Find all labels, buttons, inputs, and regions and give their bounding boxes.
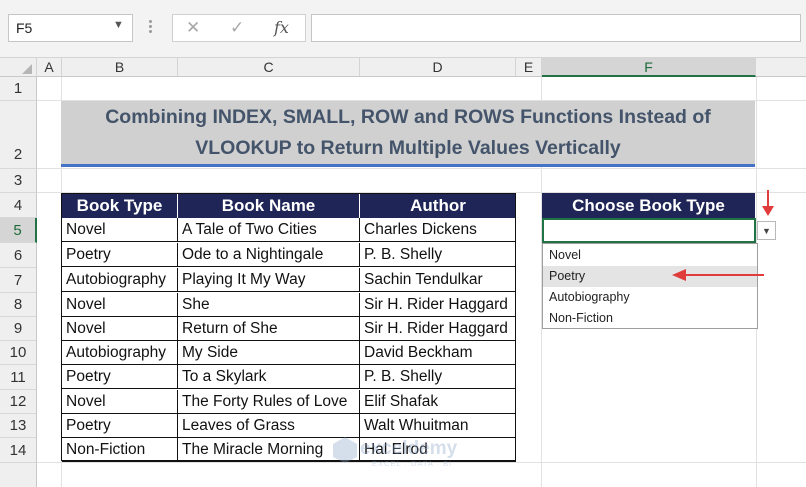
row-header-8[interactable]: 8: [0, 293, 37, 317]
row-header-6[interactable]: 6: [0, 243, 37, 268]
row-header-4[interactable]: 4: [0, 193, 37, 218]
table-cell-author[interactable]: Walt Whuitman: [360, 414, 516, 438]
page-title[interactable]: Combining INDEX, SMALL, ROW and ROWS Fun…: [61, 101, 755, 167]
table-cell-book-type[interactable]: Autobiography: [62, 268, 178, 292]
table-cell-author[interactable]: Sachin Tendulkar: [360, 268, 516, 292]
table-cell-book-name[interactable]: She: [178, 293, 360, 317]
row-header-10[interactable]: 10: [0, 341, 37, 365]
choose-book-type-header[interactable]: Choose Book Type: [542, 193, 756, 218]
watermark-tagline: EXCEL · DATA · BI: [372, 459, 453, 468]
row-header-9[interactable]: 9: [0, 317, 37, 341]
watermark-logo: exceldemy EXCEL · DATA · BI: [332, 436, 457, 469]
column-header-b[interactable]: B: [62, 58, 178, 77]
row-header-7[interactable]: 7: [0, 268, 37, 293]
watermark-name: exceldemy: [360, 438, 458, 459]
table-header-book-type[interactable]: Book Type: [62, 193, 178, 218]
table-cell-book-name[interactable]: Return of She: [178, 317, 360, 341]
chevron-down-icon[interactable]: ▼: [113, 19, 124, 31]
dropdown-option-non-fiction[interactable]: Non-Fiction: [543, 308, 757, 329]
formula-input[interactable]: [311, 14, 801, 42]
row-header-2[interactable]: 2: [0, 101, 37, 169]
row-header-11[interactable]: 11: [0, 365, 37, 390]
row-header-15: [0, 463, 37, 487]
dropdown-list: Novel Poetry Autobiography Non-Fiction: [542, 243, 758, 329]
select-all-icon: [22, 64, 32, 74]
table-cell-author[interactable]: Charles Dickens: [360, 218, 516, 242]
table-cell-book-type[interactable]: Poetry: [62, 414, 178, 438]
row-header-13[interactable]: 13: [0, 414, 37, 438]
table-header-author[interactable]: Author: [360, 193, 516, 218]
table-cell-book-type[interactable]: Poetry: [62, 365, 178, 389]
table-cell-book-name[interactable]: Ode to a Nightingale: [178, 243, 360, 267]
column-header-f[interactable]: F: [542, 58, 756, 77]
column-header-a[interactable]: A: [37, 58, 62, 77]
row-header-12[interactable]: 12: [0, 390, 37, 414]
dropdown-arrow-button[interactable]: ▼: [757, 221, 776, 240]
insert-function-icon[interactable]: fx: [274, 18, 289, 37]
dropdown-option-novel[interactable]: Novel: [543, 245, 757, 266]
table-cell-author[interactable]: Sir H. Rider Haggard: [360, 317, 516, 341]
dropdown-option-autobiography[interactable]: Autobiography: [543, 287, 757, 308]
table-cell-book-type[interactable]: Novel: [62, 390, 178, 414]
title-line-2: VLOOKUP to Return Multiple Values Vertic…: [195, 136, 621, 159]
table-cell-book-type[interactable]: Non-Fiction: [62, 438, 178, 462]
table-cell-author[interactable]: Elif Shafak: [360, 390, 516, 414]
table-cell-book-type[interactable]: Autobiography: [62, 341, 178, 365]
table-cell-author[interactable]: P. B. Shelly: [360, 243, 516, 267]
book-type-select-cell[interactable]: [542, 218, 756, 243]
exceldemy-logo-icon: [333, 437, 357, 463]
table-cell-book-name[interactable]: The Forty Rules of Love: [178, 390, 360, 414]
table-cell-book-type[interactable]: Novel: [62, 293, 178, 317]
row-header-3[interactable]: 3: [0, 169, 37, 193]
row-header-1[interactable]: 1: [0, 77, 37, 101]
cancel-icon[interactable]: ✕: [186, 18, 200, 38]
annotation-down-arrow-icon: [762, 190, 774, 216]
annotation-left-arrow-icon: [672, 269, 764, 281]
table-cell-book-name[interactable]: Leaves of Grass: [178, 414, 360, 438]
table-cell-book-name[interactable]: A Tale of Two Cities: [178, 218, 360, 242]
table-cell-author[interactable]: P. B. Shelly: [360, 365, 516, 389]
column-header-blank: [756, 58, 806, 77]
grip-icon[interactable]: [147, 18, 153, 38]
table-cell-book-type[interactable]: Poetry: [62, 243, 178, 267]
table-cell-book-name[interactable]: My Side: [178, 341, 360, 365]
enter-icon[interactable]: ✓: [230, 18, 244, 38]
column-header-d[interactable]: D: [360, 58, 516, 77]
table-cell-book-name[interactable]: To a Skylark: [178, 365, 360, 389]
formula-buttons: ✕ ✓ fx: [172, 14, 306, 42]
row-header-5[interactable]: 5: [0, 218, 37, 243]
table-cell-book-type[interactable]: Novel: [62, 218, 178, 242]
table-cell-book-type[interactable]: Novel: [62, 317, 178, 341]
table-cell-author[interactable]: Sir H. Rider Haggard: [360, 293, 516, 317]
table-cell-author[interactable]: David Beckham: [360, 341, 516, 365]
table-cell-book-name[interactable]: Playing It My Way: [178, 268, 360, 292]
title-line-1: Combining INDEX, SMALL, ROW and ROWS Fun…: [105, 105, 711, 128]
gridline: [37, 168, 806, 169]
chevron-down-icon: ▼: [762, 226, 771, 236]
name-box-value: F5: [16, 20, 33, 36]
row-header-14[interactable]: 14: [0, 438, 37, 463]
column-header-c[interactable]: C: [178, 58, 360, 77]
column-header-e[interactable]: E: [516, 58, 542, 77]
table-header-book-name[interactable]: Book Name: [178, 193, 360, 218]
